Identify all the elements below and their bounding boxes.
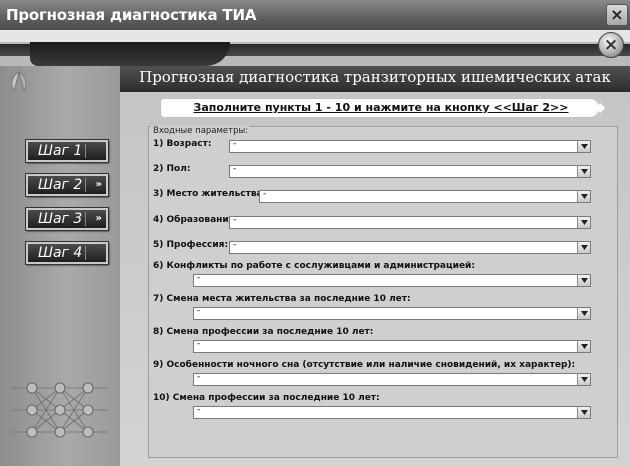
sleep-dropdown-button[interactable] [577,374,590,385]
step-4-button[interactable]: Шаг 4 [25,241,109,265]
step-3-separator [85,212,86,226]
field-label-profession: 5) Профессия: [153,240,229,250]
instruction-text: Заполните пункты 1 - 10 и нажмите на кно… [193,101,569,114]
window-close-button[interactable]: × [606,4,628,26]
band-light-stripe [0,30,630,42]
field-label-sex: 2) Пол: [153,164,191,174]
residence-change-select-value: - [197,306,201,316]
age-select[interactable]: - [229,139,591,153]
page-title: Прогнозная диагностика транзиторных ишем… [139,68,611,86]
sex-dropdown-button[interactable] [577,166,590,177]
education-select[interactable]: - [229,215,591,229]
residence-change-dropdown-button[interactable] [577,308,590,319]
step-2-button[interactable]: Шаг 2 » [25,173,109,197]
step-2-separator [85,178,86,192]
band-notch [30,42,230,66]
profession-select[interactable]: - [229,240,591,254]
input-parameters-panel: Входные параметры: 1) Возраст: - 2) Пол:… [148,126,618,458]
education-dropdown-button[interactable] [577,217,590,228]
chevron-down-icon [581,220,588,225]
panel-legend: Входные параметры: [151,126,251,136]
profession-change-dropdown-button[interactable] [577,341,590,352]
profession-select-value: - [233,240,237,250]
field-label-sleep: 9) Особенности ночного сна (отсутствие и… [153,360,576,370]
profession-dropdown-button[interactable] [577,242,590,253]
neural-network-icon [12,382,108,438]
profession-change-2-dropdown-button[interactable] [577,407,590,418]
chevron-down-icon [581,169,588,174]
app-close-button[interactable]: × [598,32,624,58]
window-title: Прогнозная диагностика ТИА [6,6,257,24]
chevron-down-icon [581,278,588,283]
chevron-down-icon [581,144,588,149]
chevron-down-icon [581,344,588,349]
step-3-button[interactable]: Шаг 3 » [25,207,109,231]
chevron-down-icon [581,245,588,250]
main-header: Прогнозная диагностика транзиторных ишем… [120,66,630,92]
age-select-value: - [233,139,237,149]
step-1-button[interactable]: Шаг 1 [25,139,109,163]
abstract-logo-icon [11,71,27,91]
step-4-label: Шаг 4 [38,245,83,261]
step-2-arrow-icon: » [95,179,102,190]
step-1-label: Шаг 1 [38,143,83,159]
education-select-value: - [233,215,237,225]
step-3-label: Шаг 3 [38,211,83,227]
sex-select-value: - [233,164,237,174]
field-label-profession-change: 8) Смена профессии за последние 10 лет: [153,327,374,337]
profession-change-2-select-value: - [197,405,201,415]
sex-select[interactable]: - [229,164,591,178]
chevron-down-icon [581,410,588,415]
field-label-profession-change-2: 10) Смена профессии за последние 10 лет: [153,393,380,403]
application-window: Прогнозная диагностика ТИА × × Шаг 1 Шаг… [0,0,630,466]
profession-change-2-select[interactable]: - [193,405,591,419]
step-1-separator [85,144,86,158]
residence-dropdown-button[interactable] [577,191,590,202]
sleep-select-value: - [197,372,201,382]
sidebar: Шаг 1 Шаг 2 » Шаг 3 » Шаг 4 [0,66,120,466]
conflicts-dropdown-button[interactable] [577,275,590,286]
step-4-separator [85,246,86,260]
instruction-callout: Заполните пункты 1 - 10 и нажмите на кно… [160,98,607,118]
field-label-residence: 3) Место жительства: [153,189,267,199]
conflicts-select-value: - [197,273,201,283]
decorative-band: × [0,30,630,66]
field-label-conflicts: 6) Конфликты по работе с сослуживцами и … [153,261,475,271]
main-content: Заполните пункты 1 - 10 и нажмите на кно… [120,92,630,466]
profession-change-select[interactable]: - [193,339,591,353]
residence-select[interactable]: - [259,189,591,203]
step-2-label: Шаг 2 [38,177,83,193]
chevron-down-icon [581,311,588,316]
conflicts-select[interactable]: - [193,273,591,287]
profession-change-select-value: - [197,339,201,349]
chevron-down-icon [581,194,588,199]
residence-change-select[interactable]: - [193,306,591,320]
chevron-down-icon [581,377,588,382]
field-label-residence-change: 7) Смена места жительства за последние 1… [153,294,411,304]
title-bar: Прогнозная диагностика ТИА × [0,0,630,30]
step-3-arrow-icon: » [95,213,102,224]
residence-select-value: - [263,189,267,199]
field-label-age: 1) Возраст: [153,139,212,149]
field-label-education: 4) Образование: [153,215,239,225]
age-dropdown-button[interactable] [577,141,590,152]
sleep-select[interactable]: - [193,372,591,386]
